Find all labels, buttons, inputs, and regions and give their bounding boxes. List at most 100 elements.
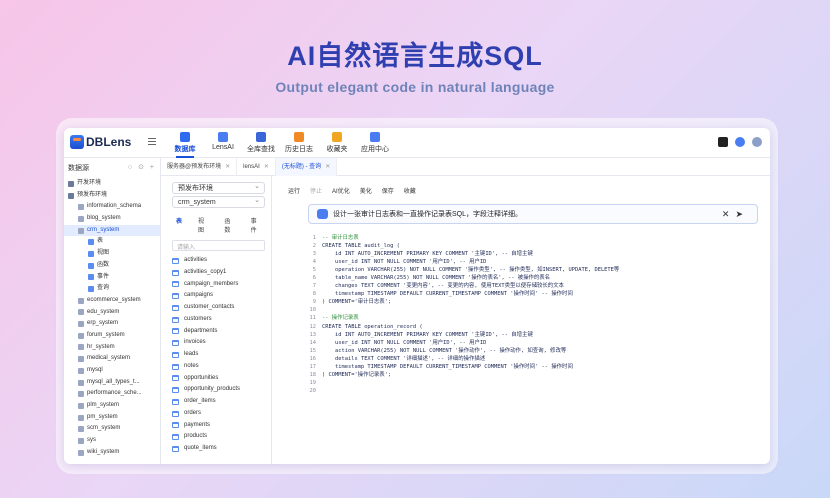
tree-item[interactable]: sys — [64, 435, 160, 447]
tree-item[interactable]: erp_system — [64, 318, 160, 330]
subtab-2[interactable]: 函数 — [224, 216, 234, 234]
tree-item[interactable]: forum_system — [64, 330, 160, 342]
tree-item-label: performance_sche... — [87, 390, 142, 397]
tree-item[interactable]: pm_system — [64, 412, 160, 424]
terminal-icon[interactable] — [718, 137, 728, 147]
table-item[interactable]: opportunities — [166, 373, 271, 385]
nav-item-5[interactable]: 应用中心 — [356, 130, 394, 157]
tree-item[interactable]: 查询 — [64, 283, 160, 295]
tab-label: 服务器@预发布环境 — [167, 164, 222, 170]
table-item[interactable]: customers — [166, 314, 271, 326]
app-logo: DBLens — [70, 135, 131, 149]
toolbar-button-2[interactable]: AI优化 — [332, 186, 350, 195]
table-item[interactable]: order_items — [166, 396, 271, 408]
tree-item[interactable]: medical_system — [64, 353, 160, 365]
close-icon[interactable]: ✕ — [225, 164, 230, 170]
tree-item[interactable]: information_schema — [64, 201, 160, 213]
tab-1[interactable]: lensAI ✕ — [237, 158, 276, 176]
tree-item[interactable]: hr_system — [64, 342, 160, 354]
env-select[interactable]: 预发布环境 — [172, 181, 265, 194]
tab-2[interactable]: (无标题) - 查询 ✕ — [275, 158, 338, 176]
table-icon — [172, 281, 179, 288]
object-pane: 预发布环境 crm_system 表视图函数事件 请输入 activitiesa… — [166, 176, 272, 464]
nav-item-1[interactable]: LensAI — [204, 130, 242, 157]
tree-item[interactable]: 开发环境 — [64, 178, 160, 190]
tree-item-label: 开发环境 — [77, 180, 102, 186]
toolbar-button-1[interactable]: 停止 — [310, 186, 322, 195]
table-item[interactable]: invoices — [166, 337, 271, 349]
table-item[interactable]: quote_items — [166, 443, 271, 455]
code-line: 5 operation VARCHAR(255) NOT NULL COMMEN… — [300, 266, 770, 274]
table-name: opportunity_products — [184, 386, 241, 393]
table-item[interactable]: payments — [166, 420, 271, 432]
tree-item[interactable]: crm_system — [64, 224, 160, 237]
datasource-title: 数据源 — [68, 165, 89, 172]
toolbar-button-0[interactable]: 运行 — [288, 186, 300, 195]
menu-icon[interactable] — [148, 138, 156, 145]
table-item[interactable]: notes — [166, 361, 271, 373]
tree-item[interactable]: 事件 — [64, 272, 160, 284]
table-item[interactable]: orders — [166, 408, 271, 420]
tree-item[interactable]: mysql_all_types_t... — [64, 377, 160, 389]
table-item[interactable]: departments — [166, 326, 271, 338]
tab-0[interactable]: 服务器@预发布环境 ✕ — [161, 158, 238, 176]
table-search-input[interactable]: 请输入 — [172, 240, 265, 251]
tree-item[interactable]: 函数 — [64, 260, 160, 272]
nav-item-3[interactable]: 历史日志 — [280, 130, 318, 157]
ai-prompt-text[interactable]: 设计一张审计日志表和一直操作记录表SQL，字段注释详细。 — [333, 209, 522, 219]
tree-item[interactable]: wiki_system — [64, 447, 160, 459]
line-number: 11 — [309, 315, 317, 322]
subtab-1[interactable]: 视图 — [198, 216, 208, 234]
settings-icon[interactable] — [752, 137, 762, 147]
table-item[interactable]: customer_contacts — [166, 302, 271, 314]
nav-item-4[interactable]: 收藏夹 — [318, 130, 356, 157]
table-item[interactable]: campaign_members — [166, 279, 271, 291]
tree-item[interactable]: ecommerce_system — [64, 295, 160, 307]
table-item[interactable]: leads — [166, 349, 271, 361]
tree-item[interactable]: 表 — [64, 236, 160, 248]
tree-item[interactable]: 预发布环境 — [64, 190, 160, 202]
nav-item-0[interactable]: 数据库 — [166, 130, 204, 158]
subtab-3[interactable]: 事件 — [251, 216, 261, 234]
folder-icon — [88, 286, 94, 293]
db-select[interactable]: crm_system — [172, 195, 265, 208]
sql-code-editor[interactable]: 1 -- 审计日志表 2 CREATE TABLE audit_log (3 id I… — [300, 234, 770, 395]
toolbar-button-5[interactable]: 收藏 — [404, 186, 416, 195]
tree-item[interactable]: 视图 — [64, 248, 160, 260]
folder-icon — [88, 250, 94, 257]
table-item[interactable]: campaigns — [166, 290, 271, 302]
tree-item[interactable]: scm_system — [64, 423, 160, 435]
top-bar: DBLens 数据库 LensAI 全库查找 历史日志 收藏夹 应用中心 — [64, 128, 770, 158]
tree-item-label: blog_system — [87, 215, 121, 222]
line-number: 6 — [312, 275, 316, 282]
lock-icon[interactable] — [735, 137, 745, 147]
code-line: 10 — [300, 306, 770, 314]
tree-item-label: 预发布环境 — [77, 191, 108, 198]
table-item[interactable]: opportunity_products — [166, 384, 271, 396]
subtab-0[interactable]: 表 — [176, 216, 182, 234]
code-line: 2 CREATE TABLE audit_log ( — [300, 242, 770, 250]
code-line: 11 -- 操作记录表 — [300, 314, 770, 322]
nav-item-2[interactable]: 全库查找 — [242, 130, 280, 157]
close-icon[interactable]: ✕ — [264, 164, 269, 170]
tree-item[interactable]: edu_system — [64, 307, 160, 319]
send-icon[interactable]: ➤ — [735, 209, 749, 219]
code-line: 13 id INT AUTO_INCREMENT PRIMARY KEY COM… — [300, 331, 770, 339]
hero-subtitle: Output elegant code in natural language — [275, 79, 555, 95]
toolbar-button-3[interactable]: 美化 — [360, 186, 372, 195]
close-icon[interactable]: ✕ — [722, 209, 736, 219]
ai-prompt-bar[interactable]: 设计一张审计日志表和一直操作记录表SQL，字段注释详细。 ✕➤ — [308, 204, 758, 224]
table-item[interactable]: activities_copy1 — [166, 267, 271, 279]
table-name: customer_contacts — [184, 304, 235, 310]
tree-item[interactable]: performance_sche... — [64, 388, 160, 400]
tree-item[interactable]: mysql — [64, 365, 160, 377]
close-icon[interactable]: ✕ — [325, 164, 330, 170]
tree-item[interactable]: plm_system — [64, 400, 160, 412]
app-center-icon — [370, 132, 380, 142]
table-item[interactable]: products — [166, 431, 271, 443]
toolbar-button-4[interactable]: 保存 — [382, 186, 394, 195]
datasource-tools-icon[interactable]: ○ ⊙ + — [128, 163, 156, 171]
line-number: 14 — [309, 339, 317, 346]
table-item[interactable]: activities — [166, 255, 271, 267]
tree-item[interactable]: blog_system — [64, 213, 160, 225]
